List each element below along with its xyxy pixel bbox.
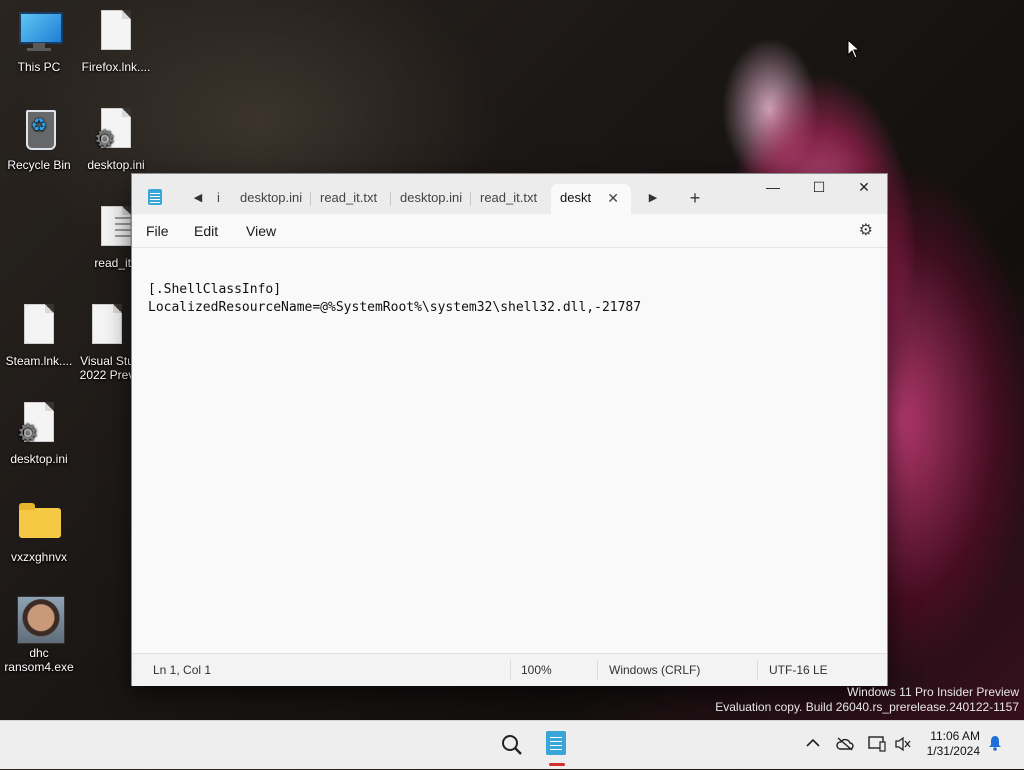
tab-partial[interactable]: i — [208, 184, 229, 214]
desktop-icon-label: dhc ransom4.exe — [4, 646, 74, 674]
settings-file-icon: ⚙ — [17, 402, 61, 446]
title-bar[interactable]: ◀ i desktop.ini read_it.txt desktop.ini … — [132, 174, 887, 214]
tab-active-desktop[interactable]: deskt ✕ — [551, 184, 631, 214]
settings-gear-icon[interactable]: ⚙ — [859, 220, 873, 240]
evaluation-watermark: Windows 11 Pro Insider Preview Evaluatio… — [715, 685, 1019, 715]
menu-edit[interactable]: Edit — [194, 223, 218, 239]
recycle-bin-icon: ♻ — [17, 108, 61, 152]
desktop-icon-label: vxzxghnvx — [10, 550, 68, 564]
system-clock[interactable]: 11:06 AM 1/31/2024 — [918, 729, 980, 759]
notification-bell-icon[interactable] — [988, 735, 1002, 755]
desktop-icon-ransom-exe[interactable]: dhc ransom4.exe — [0, 596, 78, 674]
photo-icon — [17, 596, 65, 644]
desktop-icon-this-pc[interactable]: This PC — [0, 10, 78, 74]
desktop-icon-label: Visual Stu 2022 Prev — [79, 354, 135, 382]
monitor-icon — [17, 10, 63, 54]
search-icon[interactable] — [492, 725, 532, 765]
notepad-window: ◀ i desktop.ini read_it.txt desktop.ini … — [131, 173, 888, 686]
desktop-icon-visual-studio[interactable]: Visual Stu 2022 Prev — [77, 304, 137, 382]
desktop-icon-label: desktop.ini — [87, 158, 145, 172]
volume-muted-icon[interactable] — [894, 736, 912, 755]
editor-content: [.ShellClassInfo] LocalizedResourceName=@… — [148, 281, 641, 317]
tab-desktop-ini-2[interactable]: desktop.ini — [391, 184, 471, 214]
zoom-level: 100% — [521, 663, 552, 677]
editor-line-1: [.ShellClassInfo] — [148, 282, 282, 297]
menu-file[interactable]: File — [146, 223, 169, 239]
editor-line-2: LocalizedResourceName=@%SystemRoot%\syst… — [148, 300, 642, 315]
desktop-icon-label: Firefox.lnk.... — [81, 60, 151, 74]
encoding: UTF-16 LE — [769, 663, 828, 677]
scroll-tabs-right-icon[interactable]: ▶ — [639, 184, 667, 212]
status-bar: Ln 1, Col 1 100% Windows (CRLF) UTF-16 L… — [132, 653, 887, 686]
file-icon — [94, 10, 138, 54]
close-button[interactable]: ✕ — [841, 174, 887, 200]
file-icon — [17, 304, 61, 348]
desktop-icon-folder[interactable]: vxzxghnvx — [0, 500, 78, 564]
tab-read-it-2[interactable]: read_it.txt — [471, 184, 546, 214]
new-tab-button[interactable]: + — [681, 184, 709, 212]
cursor-position: Ln 1, Col 1 — [153, 663, 212, 677]
tab-label: deskt — [560, 190, 592, 205]
desktop-icon-label: This PC — [17, 60, 61, 74]
status-separator — [597, 660, 598, 680]
status-separator — [757, 660, 758, 680]
tab-desktop-ini-1[interactable]: desktop.ini — [231, 184, 311, 214]
desktop-icon-recycle-bin[interactable]: ♻ Recycle Bin — [0, 108, 78, 172]
desktop-icon-desktop-ini-1[interactable]: ⚙ desktop.ini — [77, 108, 155, 172]
settings-file-icon: ⚙ — [94, 108, 138, 152]
onedrive-offline-icon[interactable] — [836, 737, 854, 754]
desktop-icon-steam-lnk[interactable]: Steam.lnk.... — [0, 304, 78, 368]
text-editor[interactable]: [.ShellClassInfo] LocalizedResourceName=@… — [132, 248, 887, 653]
display-icon[interactable] — [868, 736, 886, 755]
active-app-indicator — [549, 763, 565, 766]
menu-view[interactable]: View — [246, 223, 276, 239]
notepad-app-icon — [148, 189, 162, 205]
menu-bar: File Edit View ⚙ — [132, 214, 887, 248]
notepad-taskbar-icon[interactable] — [546, 731, 566, 755]
clock-time: 11:06 AM — [930, 729, 980, 743]
maximize-button[interactable]: ☐ — [796, 174, 842, 200]
desktop-icon-firefox-lnk[interactable]: Firefox.lnk.... — [77, 10, 155, 74]
line-ending: Windows (CRLF) — [609, 663, 701, 677]
taskbar: 11:06 AM 1/31/2024 — [0, 720, 1024, 769]
status-separator — [510, 660, 511, 680]
mouse-cursor-icon — [847, 39, 861, 59]
folder-icon — [17, 500, 61, 544]
clock-date: 1/31/2024 — [926, 744, 980, 758]
desktop-icon-label: desktop.ini — [10, 452, 68, 466]
watermark-line-1: Windows 11 Pro Insider Preview — [847, 685, 1019, 699]
chevron-up-icon[interactable] — [806, 735, 820, 751]
tab-read-it-1[interactable]: read_it.txt — [311, 184, 386, 214]
desktop-icon-label: Steam.lnk.... — [5, 354, 73, 368]
watermark-line-2: Evaluation copy. Build 26040.rs_prerelea… — [715, 700, 1019, 714]
minimize-button[interactable]: — — [750, 174, 796, 200]
tab-close-icon[interactable]: ✕ — [607, 184, 619, 212]
file-icon — [85, 304, 129, 348]
desktop-icon-desktop-ini-2[interactable]: ⚙ desktop.ini — [0, 402, 78, 466]
desktop-icon-label: Recycle Bin — [7, 158, 71, 172]
